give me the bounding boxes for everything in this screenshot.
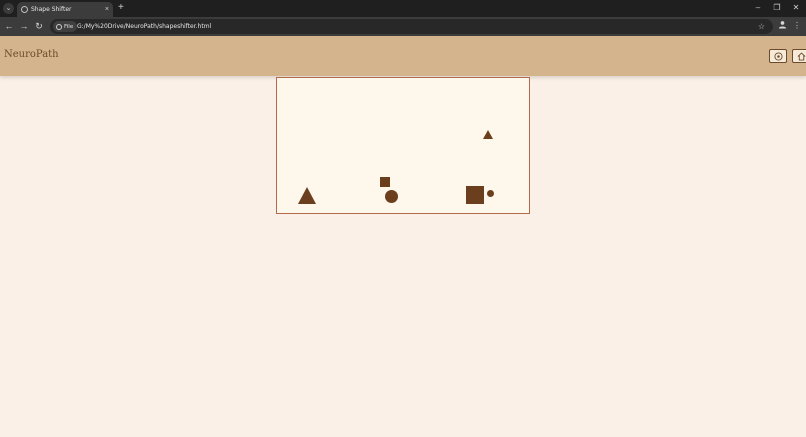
back-arrow-icon[interactable]: ← — [3, 20, 15, 32]
target-button[interactable] — [769, 49, 787, 63]
tab-title: Shape Shifter — [31, 6, 72, 13]
circle-shape-medium[interactable] — [385, 190, 398, 203]
restore-icon[interactable]: ❐ — [770, 2, 784, 14]
triangle-shape-large[interactable] — [298, 187, 316, 204]
tab-favicon-icon — [21, 6, 28, 13]
new-tab-button[interactable]: + — [118, 2, 124, 14]
more-menu-icon[interactable]: ⋮ — [791, 20, 803, 32]
minimize-icon[interactable]: – — [751, 2, 765, 14]
bookmark-star-icon[interactable]: ☆ — [758, 20, 765, 33]
browser-toolbar: ← → ↻ File G:/My%20Drive/NeuroPath/shape… — [0, 17, 806, 36]
close-window-icon[interactable]: ✕ — [789, 2, 803, 14]
info-icon — [56, 23, 62, 30]
forward-arrow-icon[interactable]: → — [18, 20, 30, 32]
address-bar[interactable]: File G:/My%20Drive/NeuroPath/shapeshifte… — [50, 19, 773, 34]
site-info-chip[interactable]: File — [53, 21, 78, 32]
square-shape-large[interactable] — [466, 186, 484, 204]
brand-logo-text[interactable]: NeuroPath — [4, 49, 59, 60]
scheme-label: File — [64, 23, 74, 30]
browser-tabstrip: ⌄ Shape Shifter × + – ❐ ✕ — [0, 0, 806, 17]
home-button[interactable] — [792, 49, 806, 63]
browser-tab[interactable]: Shape Shifter × — [17, 2, 113, 17]
square-shape-small[interactable] — [380, 177, 390, 187]
reload-icon[interactable]: ↻ — [33, 20, 45, 32]
tab-search-button[interactable]: ⌄ — [3, 3, 14, 14]
tab-close-icon[interactable]: × — [105, 4, 109, 15]
target-icon — [773, 51, 783, 61]
home-icon — [797, 51, 805, 61]
app-header: NeuroPath — [0, 36, 806, 76]
profile-icon[interactable] — [776, 20, 788, 32]
circle-shape-small[interactable] — [487, 190, 494, 197]
triangle-shape-small[interactable] — [483, 130, 493, 139]
url-text[interactable]: G:/My%20Drive/NeuroPath/shapeshifter.htm… — [77, 21, 211, 32]
game-board[interactable] — [276, 77, 530, 214]
